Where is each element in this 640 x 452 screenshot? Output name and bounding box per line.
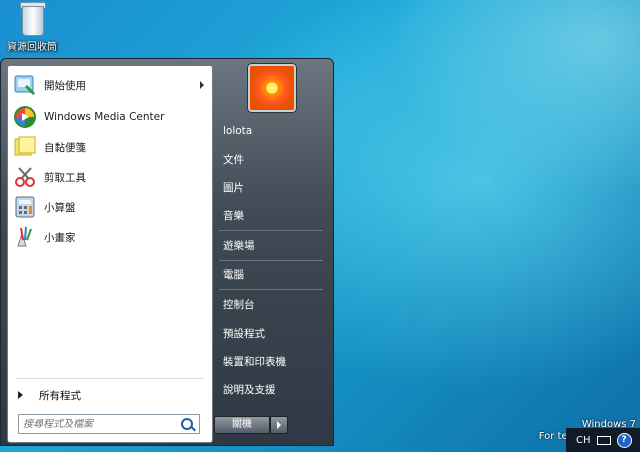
program-item-label: 開始使用 bbox=[44, 79, 86, 92]
shutdown-options-button[interactable] bbox=[270, 416, 288, 434]
program-list-pane: 開始使用 Windows Media Center 自黏便箋 剪取工具 小算盤 … bbox=[7, 65, 213, 443]
all-programs-label: 所有程式 bbox=[39, 389, 81, 402]
language-bar: CH ? bbox=[566, 428, 640, 452]
calculator-icon bbox=[12, 194, 38, 220]
program-item-getting-started[interactable]: 開始使用 bbox=[8, 70, 212, 100]
user-avatar[interactable] bbox=[248, 64, 296, 112]
divider bbox=[16, 378, 204, 379]
program-item-media-center[interactable]: Windows Media Center bbox=[8, 102, 212, 132]
places-item-control-panel[interactable]: 控制台 bbox=[213, 293, 333, 315]
divider bbox=[219, 289, 323, 290]
snipping-tool-icon bbox=[12, 164, 38, 190]
program-item-snipping-tool[interactable]: 剪取工具 bbox=[8, 162, 212, 192]
all-programs-button[interactable]: 所有程式 bbox=[8, 384, 212, 406]
sticky-notes-icon bbox=[12, 134, 38, 160]
program-item-label: Windows Media Center bbox=[44, 111, 165, 123]
search-icon[interactable] bbox=[181, 418, 193, 430]
language-indicator[interactable]: CH bbox=[576, 435, 591, 446]
places-item-documents[interactable]: 文件 bbox=[213, 148, 333, 170]
places-item-games[interactable]: 遊樂場 bbox=[213, 234, 333, 256]
places-item-devices-printers[interactable]: 裝置和印表機 bbox=[213, 350, 333, 372]
places-item-computer[interactable]: 電腦 bbox=[213, 263, 333, 285]
shutdown-button[interactable]: 關機 bbox=[214, 416, 270, 434]
getting-started-icon bbox=[12, 72, 38, 98]
media-center-icon bbox=[12, 104, 38, 130]
program-item-calculator[interactable]: 小算盤 bbox=[8, 192, 212, 222]
expand-arrow-icon bbox=[18, 391, 23, 399]
program-item-sticky-notes[interactable]: 自黏便箋 bbox=[8, 132, 212, 162]
divider bbox=[219, 260, 323, 261]
program-item-label: 剪取工具 bbox=[44, 171, 86, 184]
search-input[interactable] bbox=[19, 417, 175, 431]
recycle-bin-label: 資源回收筒 bbox=[7, 42, 57, 53]
submenu-arrow-icon bbox=[200, 81, 204, 89]
paint-icon bbox=[12, 224, 38, 250]
user-name-link[interactable]: lolota bbox=[213, 120, 333, 142]
help-icon[interactable]: ? bbox=[616, 432, 632, 448]
search-box[interactable] bbox=[18, 414, 200, 434]
program-item-paint[interactable]: 小畫家 bbox=[8, 222, 212, 252]
recycle-bin-shortcut[interactable]: 資源回收筒 bbox=[4, 0, 60, 53]
program-item-label: 小算盤 bbox=[44, 201, 76, 214]
places-item-pictures[interactable]: 圖片 bbox=[213, 176, 333, 198]
divider bbox=[219, 230, 323, 231]
places-item-default-programs[interactable]: 預設程式 bbox=[213, 322, 333, 344]
program-item-label: 小畫家 bbox=[44, 231, 76, 244]
recycle-bin-icon bbox=[18, 0, 46, 36]
places-item-help-support[interactable]: 說明及支援 bbox=[213, 378, 333, 400]
program-item-label: 自黏便箋 bbox=[44, 141, 86, 154]
places-item-music[interactable]: 音樂 bbox=[213, 204, 333, 226]
keyboard-icon[interactable] bbox=[596, 435, 611, 445]
